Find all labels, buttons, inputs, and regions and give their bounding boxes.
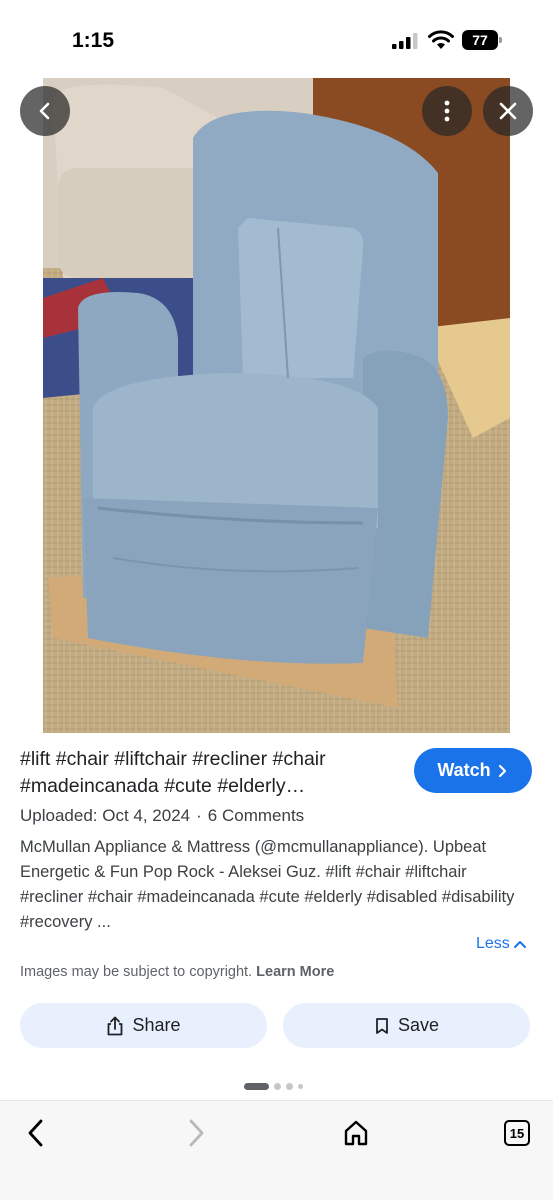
close-button[interactable] bbox=[483, 86, 533, 136]
status-bar: 1:15 77 bbox=[0, 0, 553, 78]
back-button[interactable] bbox=[20, 86, 70, 136]
chevron-up-icon bbox=[513, 941, 526, 948]
chair-photo bbox=[43, 78, 510, 733]
copyright-notice: Images may be subject to copyright. Lear… bbox=[20, 964, 334, 980]
chevron-left-icon bbox=[28, 1119, 43, 1147]
home-button[interactable] bbox=[336, 1113, 376, 1153]
result-title[interactable]: #lift #chair #liftchair #recliner #chair… bbox=[20, 746, 390, 800]
share-button[interactable]: Share bbox=[20, 1003, 267, 1048]
back-arrow-icon bbox=[39, 102, 50, 120]
wifi-icon bbox=[428, 30, 454, 49]
cellular-signal-icon bbox=[392, 33, 418, 49]
upload-date: Uploaded: Oct 4, 2024 bbox=[20, 806, 191, 825]
save-button[interactable]: Save bbox=[283, 1003, 530, 1048]
chevron-right-icon bbox=[498, 764, 506, 777]
chair-image[interactable] bbox=[43, 78, 510, 733]
bookmark-icon bbox=[376, 1017, 388, 1034]
browser-back-button[interactable] bbox=[16, 1113, 56, 1153]
browser-forward-button[interactable] bbox=[176, 1113, 216, 1153]
copyright-text: Images may be subject to copyright. bbox=[20, 964, 253, 980]
tabs-icon: 15 bbox=[504, 1120, 530, 1146]
watch-label: Watch bbox=[437, 760, 491, 780]
chevron-right-icon bbox=[189, 1119, 204, 1147]
tab-count: 15 bbox=[509, 1125, 525, 1141]
pagination-dots bbox=[244, 1082, 303, 1090]
more-options-button[interactable] bbox=[422, 86, 472, 136]
result-meta: Uploaded: Oct 4, 2024 · 6 Comments bbox=[20, 806, 304, 826]
meta-separator: · bbox=[196, 806, 202, 825]
media-viewer bbox=[0, 78, 553, 733]
battery-level: 77 bbox=[462, 30, 498, 50]
save-label: Save bbox=[397, 1015, 440, 1035]
less-label: Less bbox=[476, 935, 510, 952]
close-icon bbox=[499, 102, 517, 120]
share-label: Share bbox=[132, 1015, 181, 1035]
home-icon bbox=[344, 1120, 368, 1146]
learn-more-link[interactable]: Learn More bbox=[256, 964, 334, 980]
tabs-button[interactable]: 15 bbox=[497, 1113, 537, 1153]
comment-count: 6 Comments bbox=[207, 806, 305, 825]
status-time: 1:15 bbox=[72, 29, 115, 52]
result-description: McMullan Appliance & Mattress (@mcmullan… bbox=[20, 838, 515, 931]
more-vert-icon bbox=[444, 100, 450, 122]
less-button[interactable]: Less bbox=[476, 935, 527, 953]
watch-button[interactable]: Watch bbox=[414, 748, 532, 793]
share-icon bbox=[108, 1016, 123, 1035]
browser-toolbar: 15 bbox=[0, 1100, 553, 1200]
battery-icon: 77 bbox=[462, 30, 502, 50]
